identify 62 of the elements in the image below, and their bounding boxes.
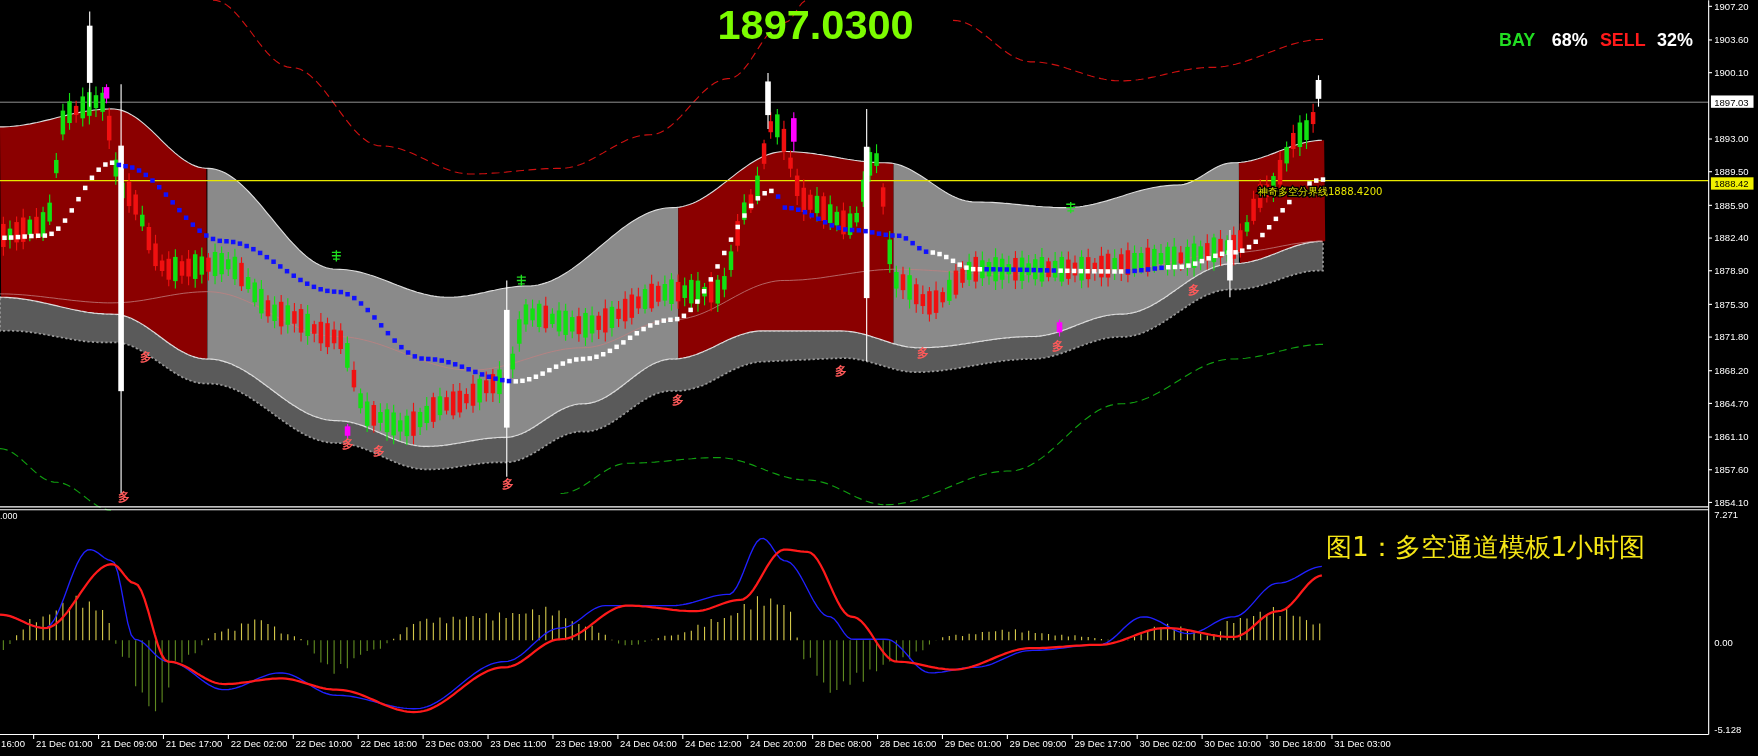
signal-marker-icon bbox=[516, 274, 527, 287]
signal-mark: 多 bbox=[117, 490, 130, 505]
time-axis-label: 29 Dec 09:00 bbox=[1009, 737, 1067, 749]
price-axis-label: 1893.00 bbox=[1714, 133, 1749, 145]
signal-mark: 多 bbox=[140, 350, 153, 365]
time-axis-label: 24 Dec 04:00 bbox=[620, 737, 677, 749]
signal-mark: 多 bbox=[917, 345, 930, 360]
time-axis-label: 23 Dec 19:00 bbox=[555, 737, 612, 749]
indicator-axis-label: 7.271 bbox=[1714, 509, 1739, 521]
time-axis-label: 23 Dec 11:00 bbox=[490, 737, 547, 749]
signal-mark: 多 bbox=[835, 363, 848, 378]
time-axis-label: 30 Dec 02:00 bbox=[1139, 737, 1197, 749]
time-axis-label: 28 Dec 08:00 bbox=[814, 737, 872, 749]
price-axis-label: 1882.40 bbox=[1714, 232, 1749, 244]
price-axis-label: 1903.60 bbox=[1714, 34, 1749, 46]
time-axis-label: 21 Dec 17:00 bbox=[165, 737, 223, 749]
time-axis-label: 22 Dec 18:00 bbox=[360, 737, 418, 749]
price-readout: 1897.0300 bbox=[717, 1, 914, 49]
indicator-axis-label: -5.128 bbox=[1714, 724, 1742, 736]
time-axis-label: 31 Dec 03:00 bbox=[1334, 737, 1391, 749]
indicator-scale-label: .000 bbox=[0, 511, 18, 522]
price-axis-label: 1907.20 bbox=[1714, 0, 1749, 12]
time-axis-label: 21 Dec 01:00 bbox=[35, 737, 93, 749]
time-axis-label: 29 Dec 01:00 bbox=[944, 737, 1002, 749]
chart-caption: 图1：多空通道模板1小时图 bbox=[1326, 532, 1646, 563]
sell-label: SELL bbox=[1599, 30, 1646, 51]
indicator-axis-label: 0.00 bbox=[1714, 636, 1733, 648]
signal-mark: 多 bbox=[1051, 338, 1064, 353]
buy-label: BAY bbox=[1499, 30, 1536, 51]
signal-mark: 多 bbox=[341, 436, 354, 451]
price-axis-label: 1854.10 bbox=[1714, 496, 1749, 508]
price-axis-label: 1900.10 bbox=[1714, 67, 1749, 79]
time-axis-label: 30 Dec 10:00 bbox=[1204, 737, 1261, 749]
time-axis-label: 24 Dec 20:00 bbox=[749, 737, 807, 749]
price-axis-label: 1857.60 bbox=[1714, 464, 1749, 476]
signal-mark: 多 bbox=[671, 392, 684, 407]
signal-mark: 多 bbox=[1188, 282, 1201, 297]
time-axis-label: 29 Dec 17:00 bbox=[1074, 737, 1132, 749]
time-axis-label: 30 Dec 18:00 bbox=[1269, 737, 1326, 749]
price-axis-label: 1878.90 bbox=[1714, 265, 1749, 277]
sell-percent: 32% bbox=[1657, 30, 1693, 51]
time-axis-label: 23 Dec 03:00 bbox=[425, 737, 482, 749]
price-axis-label: 1875.30 bbox=[1714, 298, 1749, 310]
time-axis-label: 24 Dec 12:00 bbox=[685, 737, 742, 749]
buy-percent: 68% bbox=[1551, 30, 1588, 51]
signal-mark: 多 bbox=[373, 444, 386, 459]
price-axis-label: 1868.20 bbox=[1714, 365, 1749, 377]
price-axis-label: 1885.90 bbox=[1714, 199, 1749, 211]
time-axis-label: 22 Dec 10:00 bbox=[295, 737, 353, 749]
price-axis-label: 1871.80 bbox=[1714, 331, 1749, 343]
price-axis-label: 1864.70 bbox=[1714, 397, 1749, 409]
time-axis-label: 28 Dec 16:00 bbox=[879, 737, 937, 749]
signal-marker-icon bbox=[1065, 201, 1076, 214]
signal-marker-icon bbox=[331, 249, 342, 263]
time-axis-label: 22 Dec 02:00 bbox=[230, 737, 288, 749]
price-axis-label: 1889.50 bbox=[1714, 166, 1749, 178]
signal-mark: 多 bbox=[502, 476, 515, 491]
current-price-label: 1897.03 bbox=[1710, 95, 1754, 108]
price-axis-label: 1861.10 bbox=[1714, 431, 1749, 443]
time-axis-label: 21 Dec 09:00 bbox=[100, 737, 158, 749]
divider-price-label: 1888.42 bbox=[1710, 177, 1754, 190]
time-axis-label: 16:00 bbox=[1, 737, 25, 749]
